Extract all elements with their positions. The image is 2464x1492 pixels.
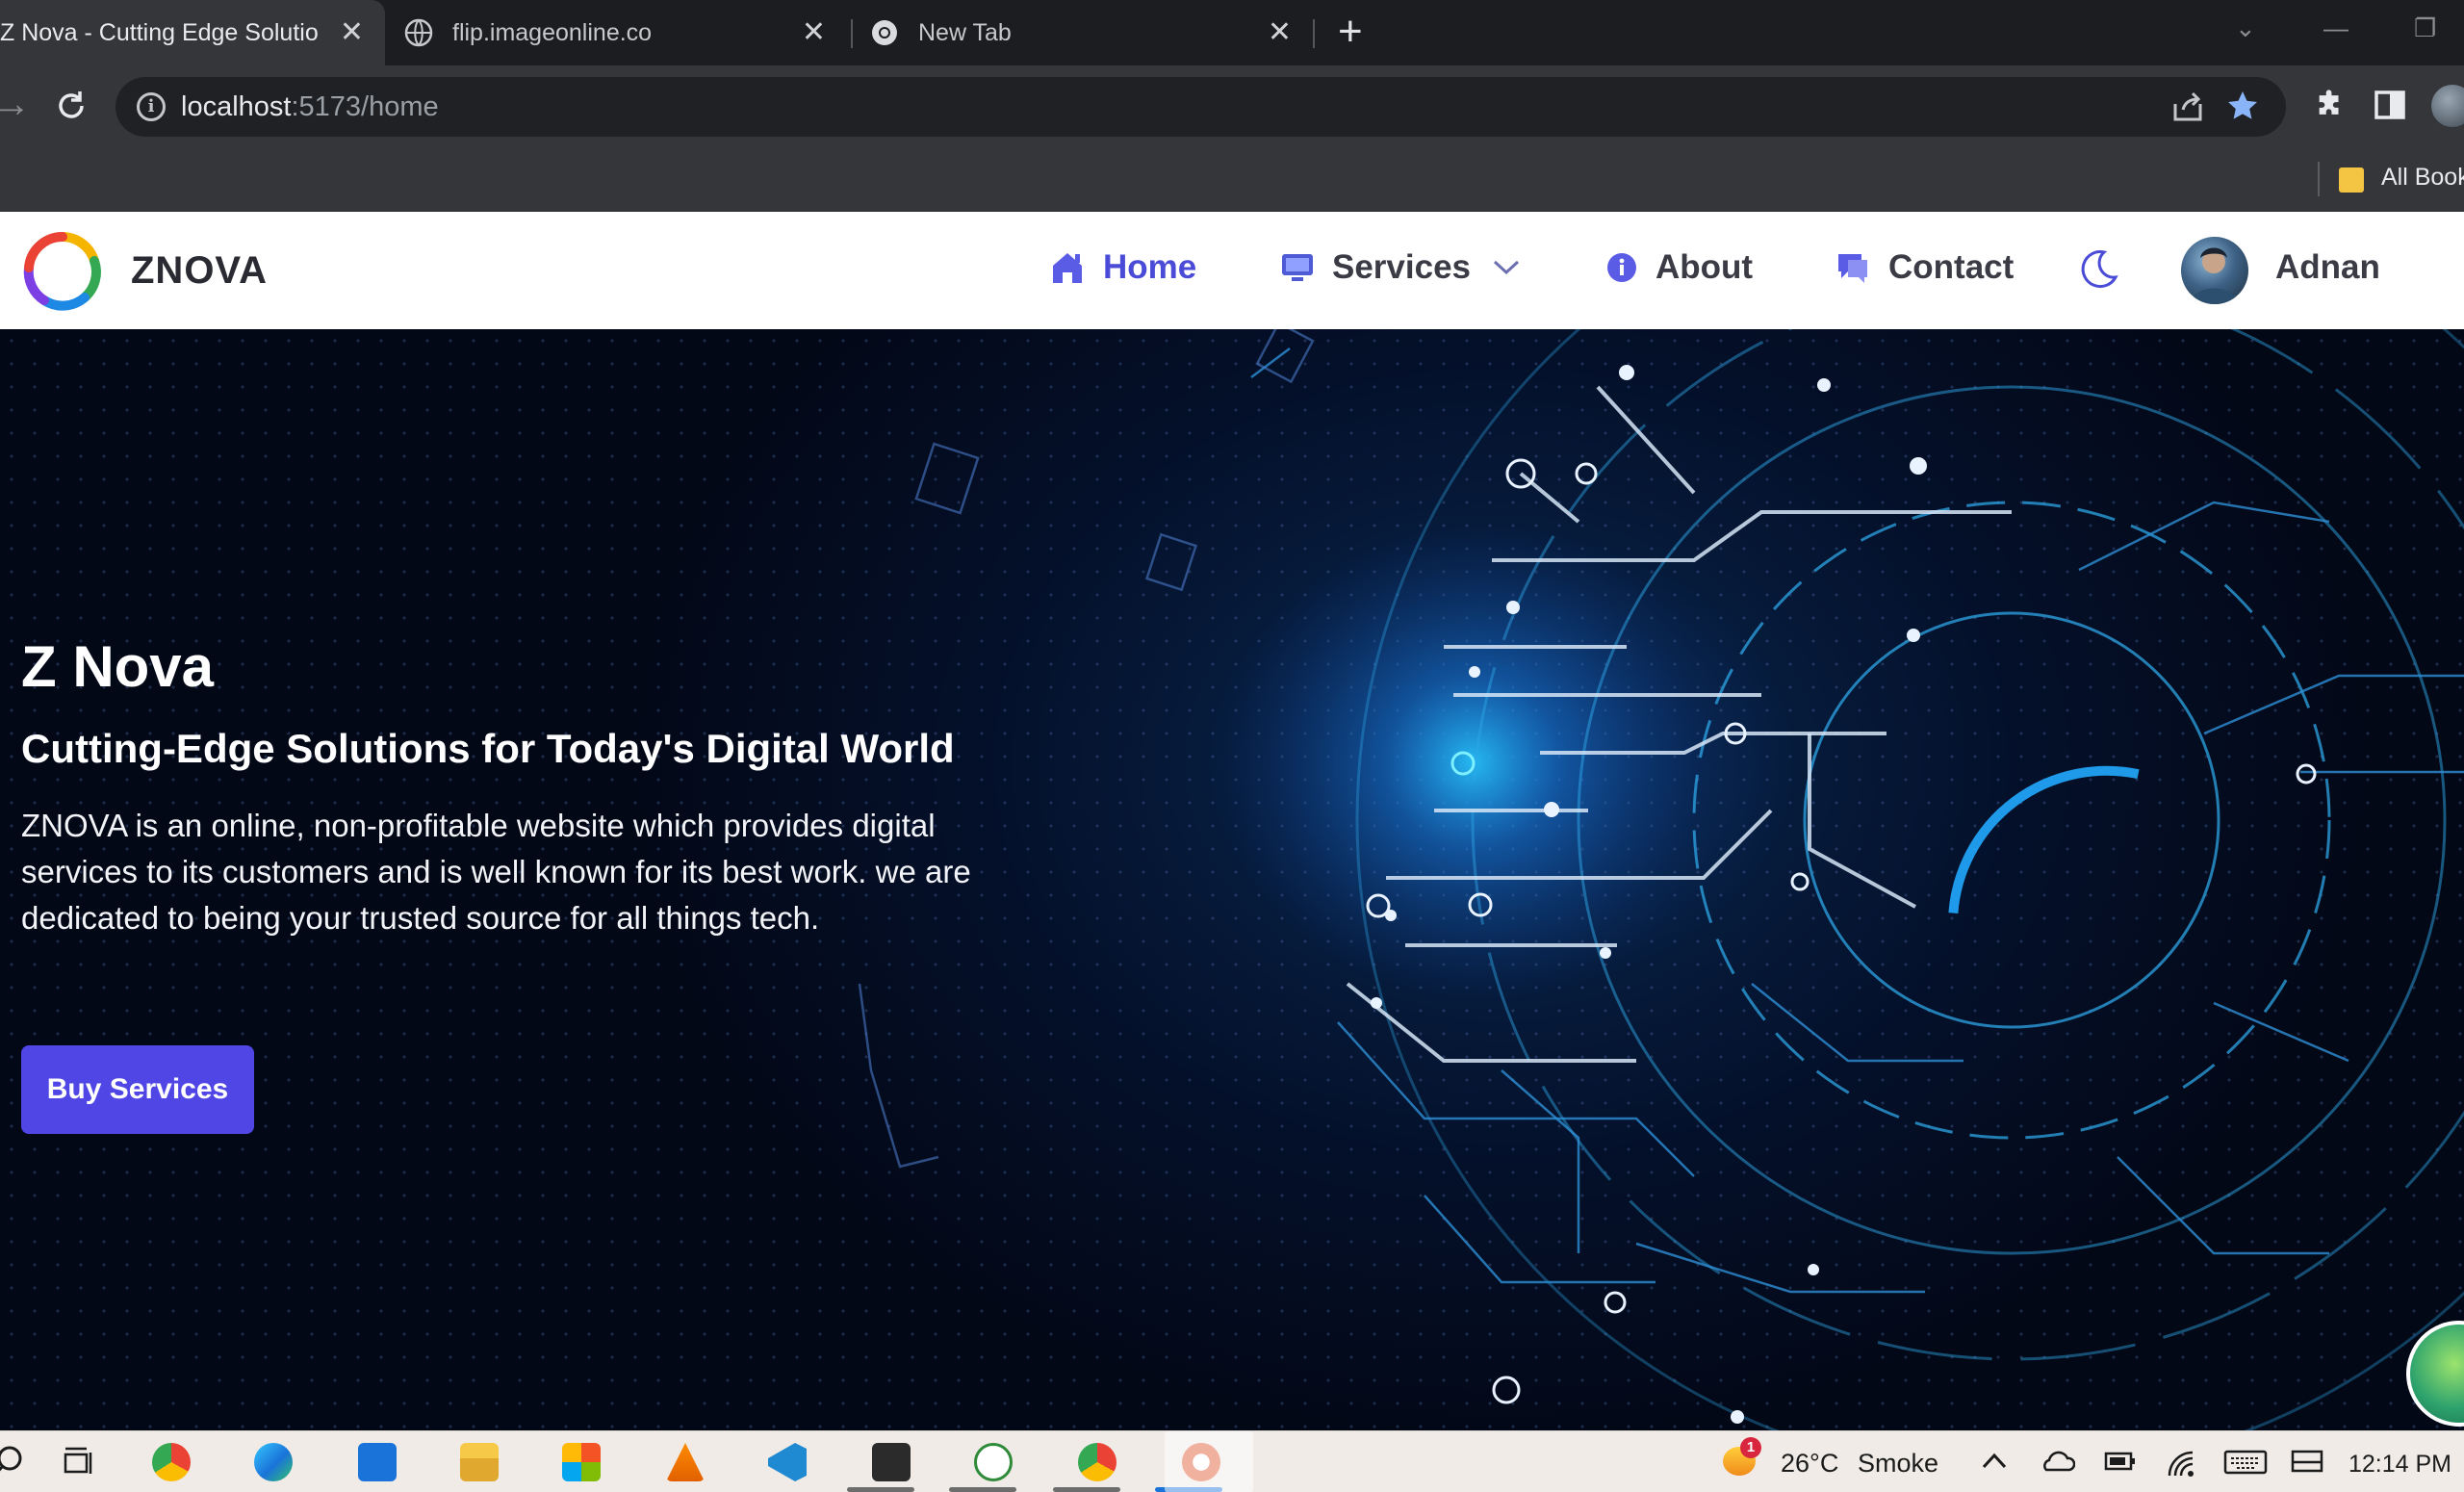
tab-divider <box>851 19 853 48</box>
chrome-icon <box>872 20 897 45</box>
wifi-icon[interactable] <box>2166 1449 2196 1478</box>
bookmarks-divider <box>2318 162 2320 196</box>
terminal-taskbar-icon[interactable] <box>872 1443 911 1481</box>
bookmark-star-icon[interactable] <box>2225 89 2260 123</box>
chevron-down-icon <box>1494 260 1520 275</box>
mail-taskbar-icon[interactable] <box>358 1443 397 1481</box>
chrome-profile-taskbar-icon[interactable] <box>1078 1443 1116 1481</box>
url-text[interactable]: localhost:5173/home <box>181 91 439 123</box>
url-path: :5173/home <box>291 91 439 122</box>
nav-about[interactable]: About <box>1605 248 1753 287</box>
nav-contact[interactable]: Contact <box>1835 248 2014 287</box>
tab-new-tab[interactable]: New Tab ✕ <box>870 0 1313 65</box>
nav-services[interactable]: Services <box>1280 248 1538 287</box>
znova-logo-icon <box>23 231 101 311</box>
bookmarks-bar: All Bookmarks <box>0 148 2464 212</box>
browser-tab-strip: Z Nova - Cutting Edge Solutions ✕ flip.i… <box>0 0 2464 65</box>
weather-condition[interactable]: Smoke <box>1858 1449 1938 1479</box>
tray-expand-icon[interactable] <box>1981 1451 2008 1472</box>
tab-znova[interactable]: Z Nova - Cutting Edge Solutions ✕ <box>0 0 385 65</box>
avatar-portrait <box>2191 247 2239 304</box>
folder-icon <box>2339 167 2364 193</box>
tab-search-icon[interactable]: ⌄ <box>2235 13 2256 43</box>
weather-notification-badge: 1 <box>1740 1437 1761 1458</box>
store-taskbar-icon[interactable] <box>562 1443 601 1481</box>
chat-icon <box>1838 254 1867 283</box>
vlc-taskbar-icon[interactable] <box>666 1443 705 1481</box>
task-view-icon[interactable] <box>62 1445 96 1479</box>
monitor-icon <box>1282 254 1313 281</box>
forward-icon[interactable]: → <box>0 85 31 123</box>
tab-title: New Tab <box>918 18 1012 46</box>
info-icon <box>1607 253 1636 282</box>
nav-home[interactable]: Home <box>1049 248 1196 287</box>
tab-title: flip.imageonline.co <box>452 18 653 46</box>
buy-services-button[interactable]: Buy Services <box>21 1045 254 1134</box>
user-avatar[interactable] <box>2181 237 2248 304</box>
node-taskbar-icon[interactable] <box>974 1443 1013 1481</box>
browser-toolbar: → i localhost:5173/home <box>0 65 2464 148</box>
nav-services-label: Services <box>1332 248 1472 286</box>
tab-imageonline[interactable]: flip.imageonline.co ✕ <box>404 0 847 65</box>
minimize-icon[interactable]: — <box>2323 13 2348 43</box>
brand-name: ZNOVA <box>131 248 269 292</box>
new-tab-button[interactable]: + <box>1338 11 1363 53</box>
tab-divider <box>1313 19 1315 48</box>
hero-section: Z Nova Cutting-Edge Solutions for Today'… <box>0 329 2464 1430</box>
home-icon <box>1053 253 1082 283</box>
display-icon[interactable] <box>2291 1449 2323 1476</box>
running-indicator <box>847 1487 914 1492</box>
share-icon[interactable] <box>2171 90 2204 123</box>
nav-about-label: About <box>1656 248 1754 286</box>
temperature[interactable]: 26°C <box>1781 1449 1838 1479</box>
battery-icon[interactable] <box>2104 1451 2137 1472</box>
close-tab-icon[interactable]: ✕ <box>340 18 364 47</box>
running-indicator <box>949 1487 1016 1492</box>
user-name[interactable]: Adnan <box>2275 248 2380 287</box>
address-bar[interactable]: i localhost:5173/home <box>116 77 2286 137</box>
search-icon[interactable] <box>0 1445 27 1479</box>
url-host: localhost <box>181 91 292 122</box>
dark-mode-moon-icon[interactable] <box>2077 248 2119 291</box>
hero-title: Z Nova <box>21 634 215 699</box>
site-info-icon[interactable]: i <box>137 92 166 121</box>
side-panel-icon[interactable] <box>2374 89 2406 121</box>
all-bookmarks-link[interactable]: All Bookmarks <box>2381 164 2464 192</box>
hero-description: ZNOVA is an online, non-profitable websi… <box>21 808 971 936</box>
close-tab-icon[interactable]: ✕ <box>802 18 826 47</box>
running-indicator <box>1165 1431 1253 1492</box>
clock-time[interactable]: 12:14 PM <box>2348 1451 2451 1479</box>
extensions-icon[interactable] <box>2314 89 2347 121</box>
nav-contact-label: Contact <box>1888 248 2015 286</box>
site-navbar: ZNOVA Home Services About Contact Adnan <box>0 212 2464 329</box>
tab-title: Z Nova - Cutting Edge Solutions <box>0 18 318 46</box>
reload-icon[interactable] <box>54 89 89 123</box>
close-tab-icon[interactable]: ✕ <box>1268 18 1292 47</box>
profile-avatar[interactable] <box>2431 85 2464 127</box>
nav-home-label: Home <box>1103 248 1197 286</box>
restore-icon[interactable]: ❐ <box>2414 13 2436 43</box>
onedrive-icon[interactable] <box>2039 1449 2075 1474</box>
chrome-taskbar-icon[interactable] <box>152 1443 191 1481</box>
keyboard-icon[interactable] <box>2223 1449 2268 1476</box>
running-indicator <box>1053 1487 1120 1492</box>
vscode-taskbar-icon[interactable] <box>768 1443 807 1481</box>
edge-taskbar-icon[interactable] <box>254 1443 293 1481</box>
brand-link[interactable]: ZNOVA <box>21 229 268 312</box>
file-explorer-taskbar-icon[interactable] <box>460 1443 499 1481</box>
globe-icon <box>404 18 433 47</box>
hero-subtitle: Cutting-Edge Solutions for Today's Digit… <box>21 726 955 771</box>
windows-taskbar: 1 26°C Smoke 12:14 PM <box>0 1430 2464 1492</box>
